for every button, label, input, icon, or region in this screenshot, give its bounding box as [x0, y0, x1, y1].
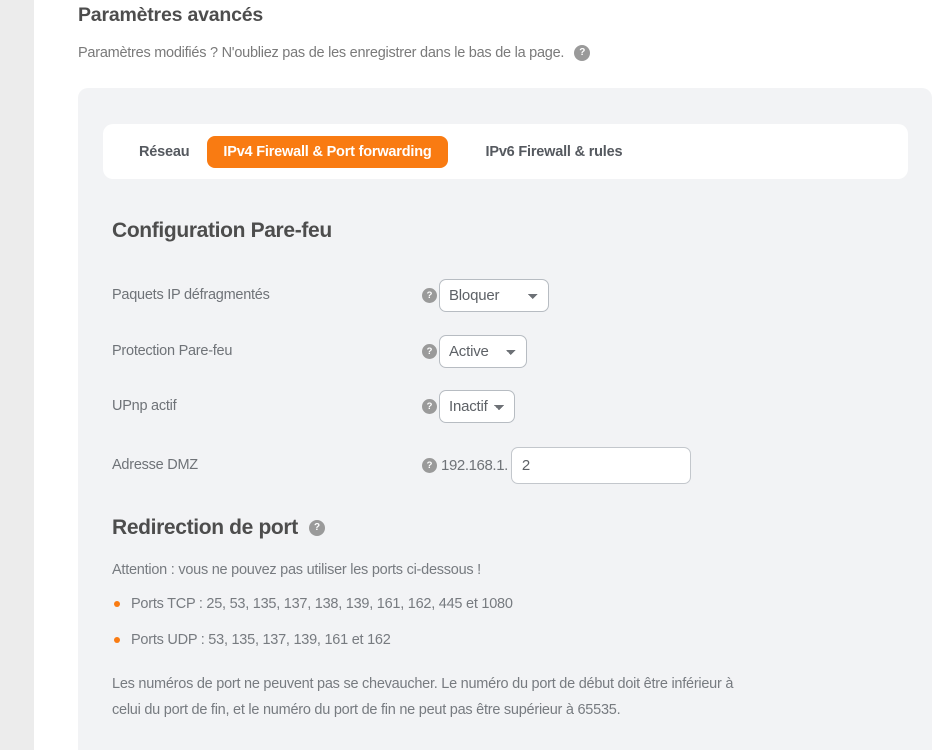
- settings-panel: Réseau IPv4 Firewall & Port forwarding I…: [78, 88, 932, 750]
- row-adresse-dmz: Adresse DMZ ? 192.168.1.: [112, 446, 812, 484]
- page-title: Paramètres avancés: [78, 4, 264, 26]
- page-subtitle: Paramètres modifiés ? N'oubliez pas de l…: [78, 28, 898, 63]
- input-adresse-dmz[interactable]: [510, 446, 691, 484]
- tab-bar: Réseau IPv4 Firewall & Port forwarding I…: [103, 124, 908, 179]
- port-forwarding-section-title-text: Redirection de port: [112, 516, 298, 539]
- select-protection-pare-feu[interactable]: Active Inactive: [439, 334, 527, 368]
- help-circle-icon-paquets-ip[interactable]: ?: [422, 287, 437, 303]
- left-rail: [0, 0, 34, 750]
- row-protection-pare-feu: Protection Pare-feu ? Active Inactive: [112, 334, 812, 368]
- row-label-upnp-actif: UPnp actif: [112, 398, 177, 414]
- help-circle-icon-port-forwarding[interactable]: ?: [308, 520, 325, 536]
- tab-ipv6-firewall-rules[interactable]: IPv6 Firewall & rules: [472, 137, 637, 167]
- control-protection-pare-feu: ? Active Inactive: [422, 334, 527, 368]
- dmz-ip-prefix: 192.168.1.: [441, 456, 508, 474]
- control-upnp-actif: ? Inactif Actif: [422, 389, 515, 423]
- help-circle-icon-protection-pare-feu[interactable]: ?: [422, 343, 437, 359]
- port-forwarding-warning: Attention : vous ne pouvez pas utiliser …: [112, 562, 481, 578]
- tab-ipv4-firewall-port-forwarding[interactable]: IPv4 Firewall & Port forwarding: [207, 135, 448, 168]
- help-circle-icon-upnp[interactable]: ?: [422, 398, 437, 414]
- control-paquets-ip-defragmentes: ? Bloquer Autoriser: [422, 278, 549, 312]
- help-circle-icon-dmz[interactable]: ?: [422, 457, 437, 473]
- select-upnp-actif[interactable]: Inactif Actif: [439, 389, 515, 423]
- port-forwarding-section-title: Redirection de port ?: [112, 516, 325, 540]
- row-label-protection-pare-feu: Protection Pare-feu: [112, 343, 233, 359]
- page-root: Paramètres avancés Paramètres modifiés ?…: [0, 0, 932, 750]
- row-upnp-actif: UPnp actif ? Inactif Actif: [112, 389, 812, 423]
- page-header: Paramètres avancés Paramètres modifiés ?…: [78, 0, 898, 63]
- tab-reseau[interactable]: Réseau: [125, 137, 203, 167]
- firewall-section-title-text: Configuration Pare-feu: [112, 219, 332, 242]
- port-forwarding-footnote: Les numéros de port ne peuvent pas se ch…: [112, 676, 734, 718]
- list-item-ports-udp: Ports UDP : 53, 135, 137, 139, 161 et 16…: [112, 630, 513, 650]
- row-label-adresse-dmz: Adresse DMZ: [112, 457, 198, 473]
- page-subtitle-text: Paramètres modifiés ? N'oubliez pas de l…: [78, 45, 565, 61]
- row-label-paquets-ip-defragmentes: Paquets IP défragmentés: [112, 287, 270, 303]
- select-paquets-ip-defragmentes[interactable]: Bloquer Autoriser: [439, 278, 549, 312]
- forbidden-ports-list: Ports TCP : 25, 53, 135, 137, 138, 139, …: [112, 594, 513, 666]
- help-circle-icon-subtitle[interactable]: ?: [574, 45, 591, 61]
- control-adresse-dmz: ? 192.168.1.: [422, 446, 691, 484]
- firewall-section-title: Configuration Pare-feu: [112, 219, 332, 243]
- row-paquets-ip-defragmentes: Paquets IP défragmentés ? Bloquer Autori…: [112, 278, 812, 312]
- list-item-ports-tcp: Ports TCP : 25, 53, 135, 137, 138, 139, …: [112, 594, 513, 614]
